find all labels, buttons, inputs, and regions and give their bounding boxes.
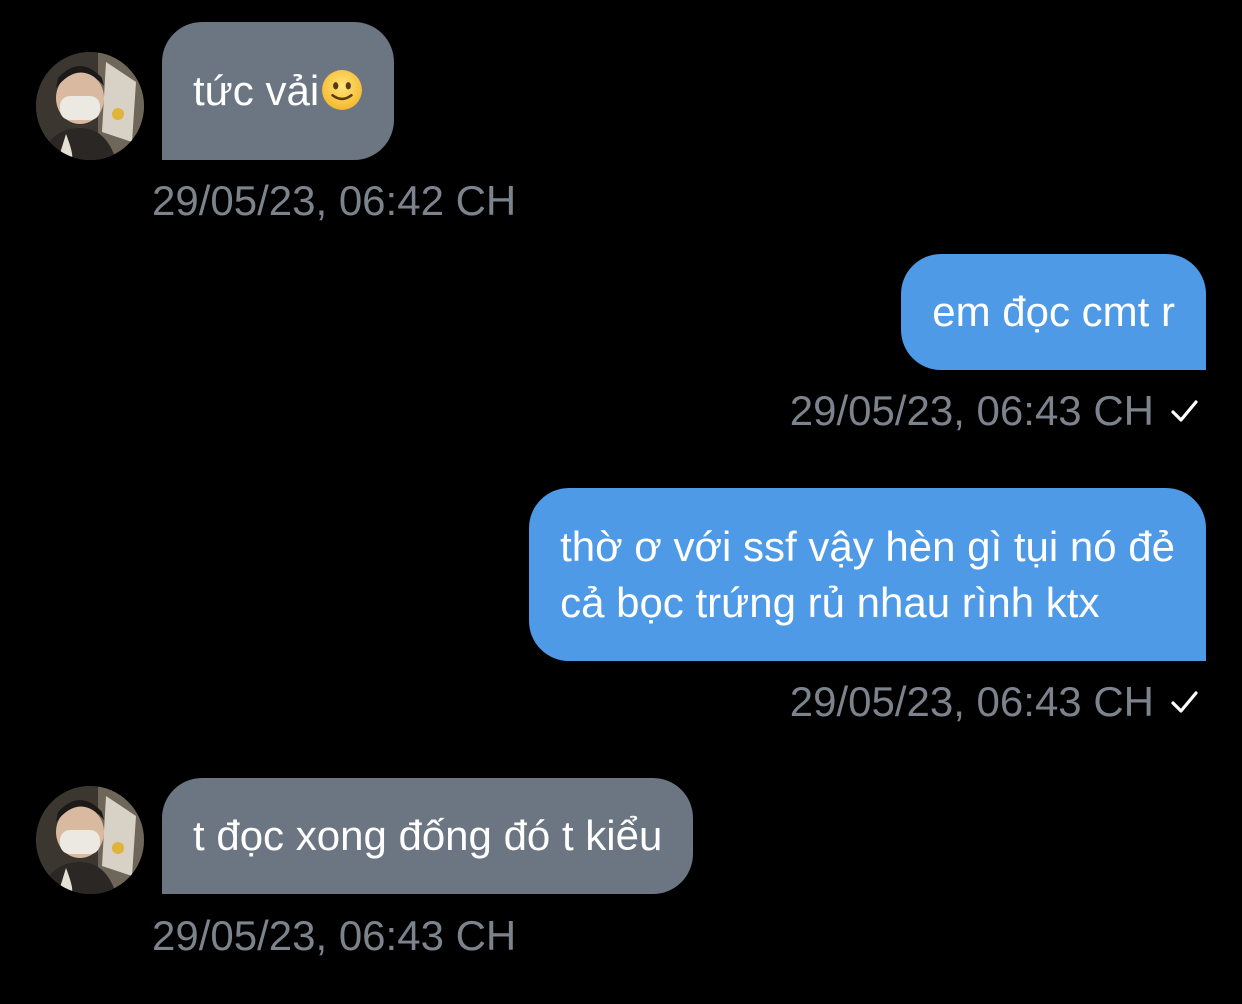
- message-text: em đọc cmt r: [932, 288, 1175, 335]
- outgoing-message-bubble[interactable]: thờ ơ với ssf vậy hèn gì tụi nó đẻ cả bọ…: [529, 488, 1206, 661]
- message-text: tức vải: [193, 67, 320, 114]
- avatar-photo-icon: [36, 786, 144, 894]
- message-timestamp-row: 29/05/23, 06:43 CH: [790, 677, 1200, 727]
- message-timestamp-row: 29/05/23, 06:43 CH: [790, 386, 1200, 436]
- message-timestamp: 29/05/23, 06:42 CH: [152, 177, 517, 224]
- contact-avatar[interactable]: [36, 786, 144, 894]
- message-timestamp: 29/05/23, 06:43 CH: [152, 912, 517, 959]
- contact-avatar[interactable]: [36, 52, 144, 160]
- incoming-message-bubble[interactable]: tức vải: [162, 22, 395, 160]
- message-timestamp: 29/05/23, 06:43 CH: [789, 678, 1154, 725]
- message-text: t đọc xong đống đó t kiểu: [193, 812, 663, 859]
- slightly-smiling-face-icon: [322, 70, 363, 110]
- message-text-line: thờ ơ với ssf vậy hèn gì tụi nó đẻ: [560, 523, 1175, 570]
- sent-checkmark-icon: [1171, 400, 1198, 422]
- message-text-line: cả bọc trứng rủ nhau rình ktx: [560, 579, 1100, 626]
- message-timestamp: 29/05/23, 06:43 CH: [789, 387, 1154, 434]
- avatar-photo-icon: [36, 52, 144, 160]
- incoming-message-bubble[interactable]: t đọc xong đống đó t kiểu: [162, 778, 694, 894]
- sent-checkmark-icon: [1171, 691, 1198, 713]
- outgoing-message-bubble[interactable]: em đọc cmt r: [901, 254, 1206, 370]
